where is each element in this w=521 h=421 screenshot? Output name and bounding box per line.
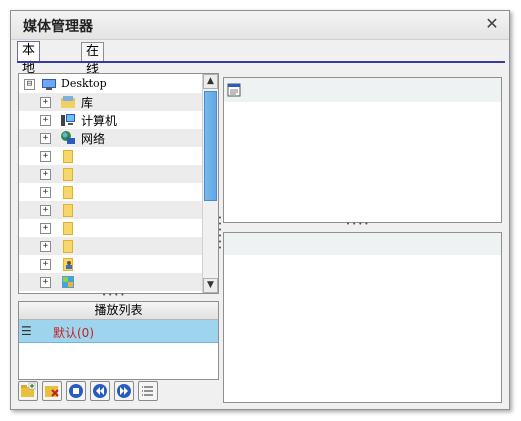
expand-icon[interactable]: + [40, 133, 51, 144]
right-splitter[interactable]: •••• [346, 220, 371, 228]
tree-item-folder[interactable]: + [19, 147, 203, 165]
details-pane [223, 232, 502, 403]
tree-item-folder[interactable]: + [19, 201, 203, 219]
stop-icon [69, 384, 83, 398]
expand-icon[interactable]: + [40, 277, 51, 288]
list-button[interactable] [138, 381, 158, 401]
title-bar: 媒体管理器 ✕ [11, 11, 509, 40]
next-icon [117, 384, 131, 398]
expand-icon[interactable]: + [40, 187, 51, 198]
close-icon[interactable]: ✕ [483, 14, 501, 34]
folder-icon [63, 240, 73, 253]
tree-item-network[interactable]: + 网络 [19, 129, 203, 147]
playlist-item[interactable]: ☰ 默认(0) [19, 320, 218, 343]
control-panel-icon [62, 276, 74, 288]
library-icon [61, 96, 75, 108]
tree-item-folder[interactable]: + [19, 165, 203, 183]
tree-item-label: 网络 [81, 132, 106, 146]
delete-button[interactable] [42, 381, 62, 401]
next-button[interactable] [114, 381, 134, 401]
tree-item-user-folder[interactable]: + [19, 255, 203, 273]
add-folder-button[interactable] [18, 381, 38, 401]
expand-icon[interactable]: + [40, 169, 51, 180]
stop-button[interactable] [66, 381, 86, 401]
network-icon [61, 131, 75, 144]
list-icon: ☰ [21, 324, 32, 338]
folder-icon [63, 150, 73, 163]
preview-pane [223, 77, 502, 223]
playlist-panel: 播放列表 ☰ 默认(0) [18, 301, 219, 380]
scroll-up-icon[interactable]: ▲ [203, 74, 218, 89]
details-header [224, 233, 501, 255]
expand-icon[interactable]: + [40, 151, 51, 162]
desktop-icon [42, 79, 56, 90]
tree-item-folder[interactable]: + [19, 219, 203, 237]
tab-online-hd[interactable]: 在线高清 [81, 42, 105, 113]
tree-item-folder[interactable]: + [19, 183, 203, 201]
user-folder-icon [63, 258, 73, 271]
expand-icon[interactable]: + [40, 259, 51, 270]
folder-icon [63, 168, 73, 181]
folder-add-icon [21, 382, 36, 397]
computer-icon [61, 114, 75, 126]
list-icon [142, 386, 153, 396]
tree-item-label: Desktop [61, 77, 107, 90]
playlist-header: 播放列表 [19, 302, 218, 320]
tree-item-label: 库 [81, 96, 94, 110]
previous-icon [93, 384, 107, 398]
delete-icon [45, 386, 59, 397]
playlist-item-label: 默认(0) [53, 326, 94, 340]
expand-icon[interactable]: + [40, 241, 51, 252]
tab-underline [17, 61, 505, 63]
tree-item-label: 计算机 [81, 114, 118, 128]
window-title: 媒体管理器 [23, 19, 93, 35]
tab-local-files[interactable]: 本地文件 [17, 41, 41, 112]
expand-icon[interactable]: + [40, 115, 51, 126]
previous-button[interactable] [90, 381, 110, 401]
tree-item-folder[interactable]: + [19, 237, 203, 255]
expand-icon[interactable]: + [40, 223, 51, 234]
preview-header [224, 78, 501, 102]
folder-icon [63, 222, 73, 235]
scroll-down-icon[interactable]: ▼ [203, 278, 218, 293]
folder-icon [63, 204, 73, 217]
media-manager-window: 媒体管理器 ✕ 本地文件 在线高清 ⊟ Desktop + 库 + 计算机 + … [10, 10, 510, 410]
folder-tree[interactable]: ⊟ Desktop + 库 + 计算机 + 网络 + + + + + + + +… [18, 73, 219, 294]
tree-item-desktop[interactable]: ⊟ Desktop [19, 75, 203, 93]
expand-icon[interactable]: + [40, 97, 51, 108]
expand-icon[interactable]: + [40, 205, 51, 216]
folder-icon [63, 186, 73, 199]
tree-item-computer[interactable]: + 计算机 [19, 111, 203, 129]
tree-scrollbar[interactable]: ▲ ▼ [202, 74, 218, 293]
horizontal-splitter[interactable]: •••• [102, 291, 127, 299]
tree-item-library[interactable]: + 库 [19, 93, 203, 111]
file-icon [227, 83, 241, 97]
tree-item-control-panel[interactable]: + [19, 273, 203, 291]
scroll-thumb[interactable] [204, 91, 217, 201]
collapse-icon[interactable]: ⊟ [24, 79, 35, 90]
